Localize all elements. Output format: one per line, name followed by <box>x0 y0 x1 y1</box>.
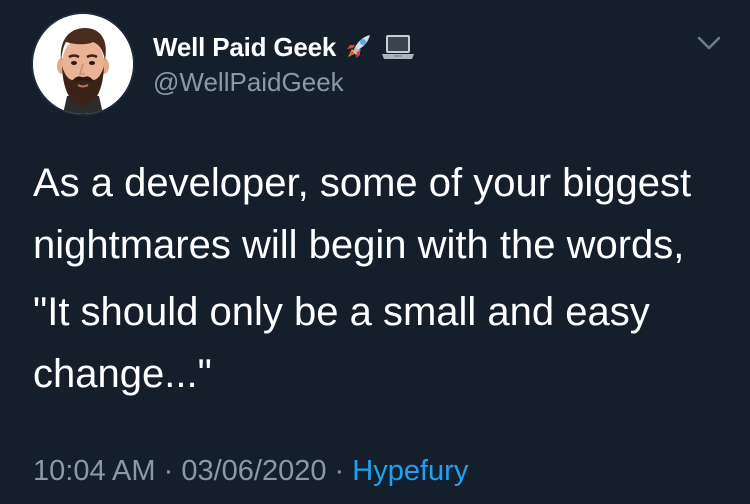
avatar[interactable] <box>33 14 133 114</box>
tweet-text: As a developer, some of your biggest nig… <box>33 152 733 405</box>
tweet-time[interactable]: 10:04 AM <box>33 455 156 487</box>
tweet-card: Well Paid Geek @WellPaidGeek As a develo… <box>0 0 750 504</box>
display-name-text: Well Paid Geek <box>153 32 337 62</box>
user-handle[interactable]: @WellPaidGeek <box>153 67 344 98</box>
tweet-metadata: 10:04 AM · 03/06/2020 · Hypefury <box>33 455 468 488</box>
meta-separator: · <box>163 455 174 487</box>
tweet-source-link[interactable]: Hypefury <box>352 455 468 487</box>
tweet-date[interactable]: 03/06/2020 <box>181 455 326 487</box>
chevron-down-icon[interactable] <box>694 32 724 54</box>
rocket-icon <box>342 31 374 70</box>
meta-separator: · <box>334 455 345 487</box>
display-name[interactable]: Well Paid Geek <box>153 31 416 70</box>
laptop-icon <box>380 31 416 70</box>
tweet-paragraph: "It should only be a small and easy chan… <box>33 290 650 396</box>
tweet-paragraph: As a developer, some of your biggest nig… <box>33 161 692 267</box>
avatar-illustration <box>33 14 133 114</box>
